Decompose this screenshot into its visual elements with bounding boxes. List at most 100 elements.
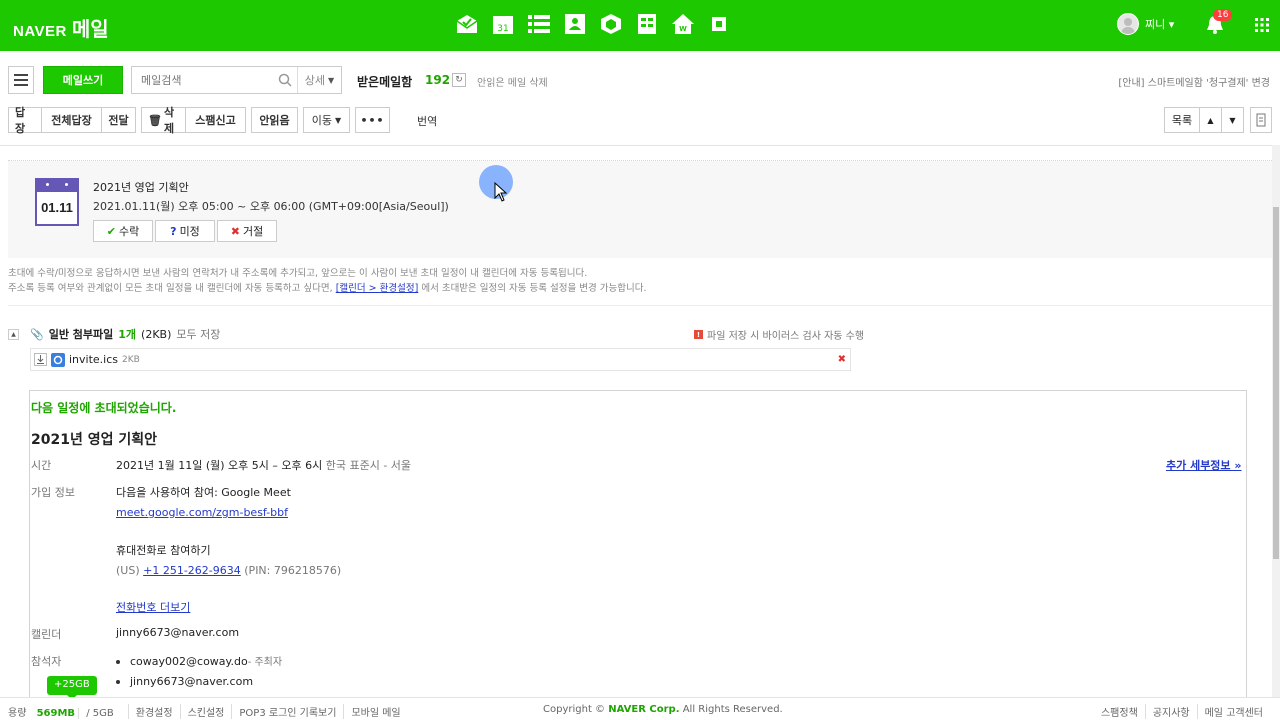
calendar-value: jinny6673@naver.com	[116, 626, 240, 639]
search-detail-dropdown[interactable]: 상세 ▼	[297, 67, 341, 93]
translate-button[interactable]: 번역	[417, 113, 437, 129]
compose-button[interactable]: 메일쓰기	[43, 66, 123, 94]
attendee-role: - 주최자	[247, 657, 283, 668]
quota-upgrade-bubble[interactable]: +25GB	[47, 676, 97, 700]
home-icon[interactable]: W	[671, 12, 695, 36]
invite-info: 초대에 수락/미정으로 응답하시면 보낸 사람의 연락처가 내 주소록에 추가되…	[8, 266, 647, 296]
move-dropdown[interactable]: 이동 ▼	[303, 107, 350, 133]
invite-time: 2021.01.11(월) 오후 05:00 ~ 오후 06:00 (GMT+0…	[93, 200, 449, 213]
divider	[8, 305, 1272, 306]
chevron-down-icon: ▼	[335, 115, 342, 125]
invite-date: 01.11	[41, 200, 73, 215]
cube-icon[interactable]	[599, 12, 623, 36]
phone-row: (US) +1 251-262-9634 (PIN: 796218576)	[116, 564, 341, 577]
mail-icon[interactable]	[455, 12, 479, 36]
settings-link[interactable]: 환경설정	[127, 704, 180, 719]
maybe-button[interactable]: ? 미정	[155, 220, 215, 242]
memo-icon[interactable]	[635, 12, 659, 36]
prev-mail-button[interactable]: ▲	[1199, 107, 1222, 133]
square-icon[interactable]	[707, 12, 731, 36]
logo-brand: NAVER	[13, 23, 67, 40]
search-box: 상세▼	[131, 66, 342, 94]
maybe-label: 미정	[179, 225, 200, 238]
list-button[interactable]: 목록	[1164, 107, 1200, 133]
list-item: jinny6673@naver.com	[116, 675, 253, 688]
meet-link[interactable]: meet.google.com/zgm-besf-bbf	[116, 506, 288, 519]
reply-all-button[interactable]: 전체답장	[41, 107, 102, 133]
more-button[interactable]: •••	[355, 107, 390, 133]
more-phones-link[interactable]: 전화번호 더보기	[116, 599, 190, 615]
scrollbar-thumb[interactable]	[1273, 207, 1279, 559]
move-label: 이동	[311, 114, 333, 127]
mail-toolbar: 답장 전체답장 전달 🗑 삭제 스팸신고 안읽음 이동 ▼ •••	[8, 106, 390, 135]
usage-label: 용량	[8, 708, 27, 719]
help-center-link[interactable]: 메일 고객센터	[1196, 704, 1270, 719]
copyright-corp: NAVER Corp.	[608, 704, 680, 715]
more-details-link[interactable]: 추가 세부정보 »	[1166, 457, 1242, 473]
save-all-link[interactable]: 모두 저장	[176, 326, 220, 342]
mouse-cursor-icon	[494, 181, 508, 205]
hamburger-icon	[14, 74, 28, 86]
invite-title: 2021년 영업 기획안	[93, 181, 189, 194]
contacts-icon[interactable]	[563, 12, 587, 36]
mobile-mail-link[interactable]: 모바일 메일	[343, 704, 407, 719]
hamburger-menu-button[interactable]	[8, 66, 34, 94]
phone-pin: (PIN: 796218576)	[244, 564, 342, 577]
naver-mail-logo[interactable]: NAVER 메일	[13, 13, 109, 42]
app-switcher: 31 W	[455, 12, 731, 36]
copyright-post: All Rights Reserved.	[682, 704, 783, 715]
next-mail-button[interactable]: ▼	[1221, 107, 1244, 133]
top-navigation-bar: NAVER 메일 31 W 찌니 ▾ 16	[0, 0, 1280, 51]
spam-button[interactable]: 스팸신고	[185, 107, 246, 133]
download-icon[interactable]	[34, 353, 47, 366]
phone-number-link[interactable]: +1 251-262-9634	[143, 564, 241, 577]
usage-total: / 5GB	[78, 708, 121, 719]
attendee-email: jinny6673@naver.com	[130, 675, 254, 688]
accept-button[interactable]: ✔ 수락	[93, 220, 153, 242]
skin-settings-link[interactable]: 스킨설정	[179, 704, 232, 719]
list-icon[interactable]	[527, 12, 551, 36]
pop3-log-link[interactable]: POP3 로그인 기록보기	[231, 704, 343, 719]
delete-unread-link[interactable]: 안읽은 메일 삭제	[477, 74, 548, 89]
refresh-icon[interactable]: ↻	[452, 73, 466, 87]
trash-icon: 🗑	[148, 113, 162, 127]
folder-title[interactable]: 받은메일함	[357, 73, 412, 90]
attachment-count: 1개	[118, 328, 137, 341]
user-menu[interactable]: 찌니 ▾	[1117, 13, 1174, 35]
phone-country: (US)	[116, 564, 140, 577]
search-input[interactable]	[132, 67, 272, 93]
search-icon[interactable]	[272, 67, 297, 93]
list-nav: 목록 ▲ ▼	[1164, 107, 1244, 133]
notice-link[interactable]: [안내] 스마트메일함 '청구결제' 변경	[1118, 74, 1270, 89]
copyright-pre: Copyright ©	[543, 704, 606, 715]
collapse-toggle-button[interactable]: ▲	[8, 328, 19, 340]
svg-text:W: W	[679, 25, 687, 33]
forward-button[interactable]: 전달	[101, 107, 136, 133]
chevron-down-icon: ▼	[1229, 115, 1236, 125]
notices-link[interactable]: 공지사항	[1144, 704, 1197, 719]
reply-button[interactable]: 답장	[8, 106, 42, 135]
time-label: 시간	[31, 459, 52, 472]
spam-policy-link[interactable]: 스팸정책	[1094, 704, 1145, 719]
invite-info-line2-post: 에서 초대받은 일정의 자동 등록 설정을 변경 가능합니다.	[421, 283, 647, 294]
attendee-email: coway002@coway.do	[130, 655, 248, 668]
calendar-icon[interactable]: 31	[491, 12, 515, 36]
print-button[interactable]	[1250, 107, 1272, 133]
mark-unread-button[interactable]: 안읽음	[251, 107, 298, 133]
attachment-file-name[interactable]: invite.ics	[69, 353, 118, 366]
delete-button[interactable]: 🗑 삭제	[141, 106, 186, 135]
logo-service: 메일	[71, 17, 109, 41]
paperclip-icon: 📎	[30, 327, 44, 341]
remove-icon[interactable]: ✖	[838, 354, 846, 365]
attachment-size: (2KB)	[141, 327, 172, 341]
phone-join: 휴대전화로 참여하기	[116, 544, 211, 557]
notification-badge: 16	[1213, 9, 1233, 21]
check-icon: ✔	[106, 224, 116, 238]
calendar-icon-num: 31	[497, 24, 508, 34]
avatar	[1117, 13, 1139, 35]
decline-button[interactable]: ✖ 거절	[217, 220, 277, 242]
join-meet: 다음을 사용하여 참여: Google Meet	[116, 486, 291, 499]
rsvp-buttons: ✔ 수락 ? 미정 ✖ 거절	[93, 220, 279, 242]
grid-menu-icon[interactable]	[1255, 18, 1269, 32]
calendar-settings-link[interactable]: [캘린더 > 환경설정]	[336, 283, 419, 294]
